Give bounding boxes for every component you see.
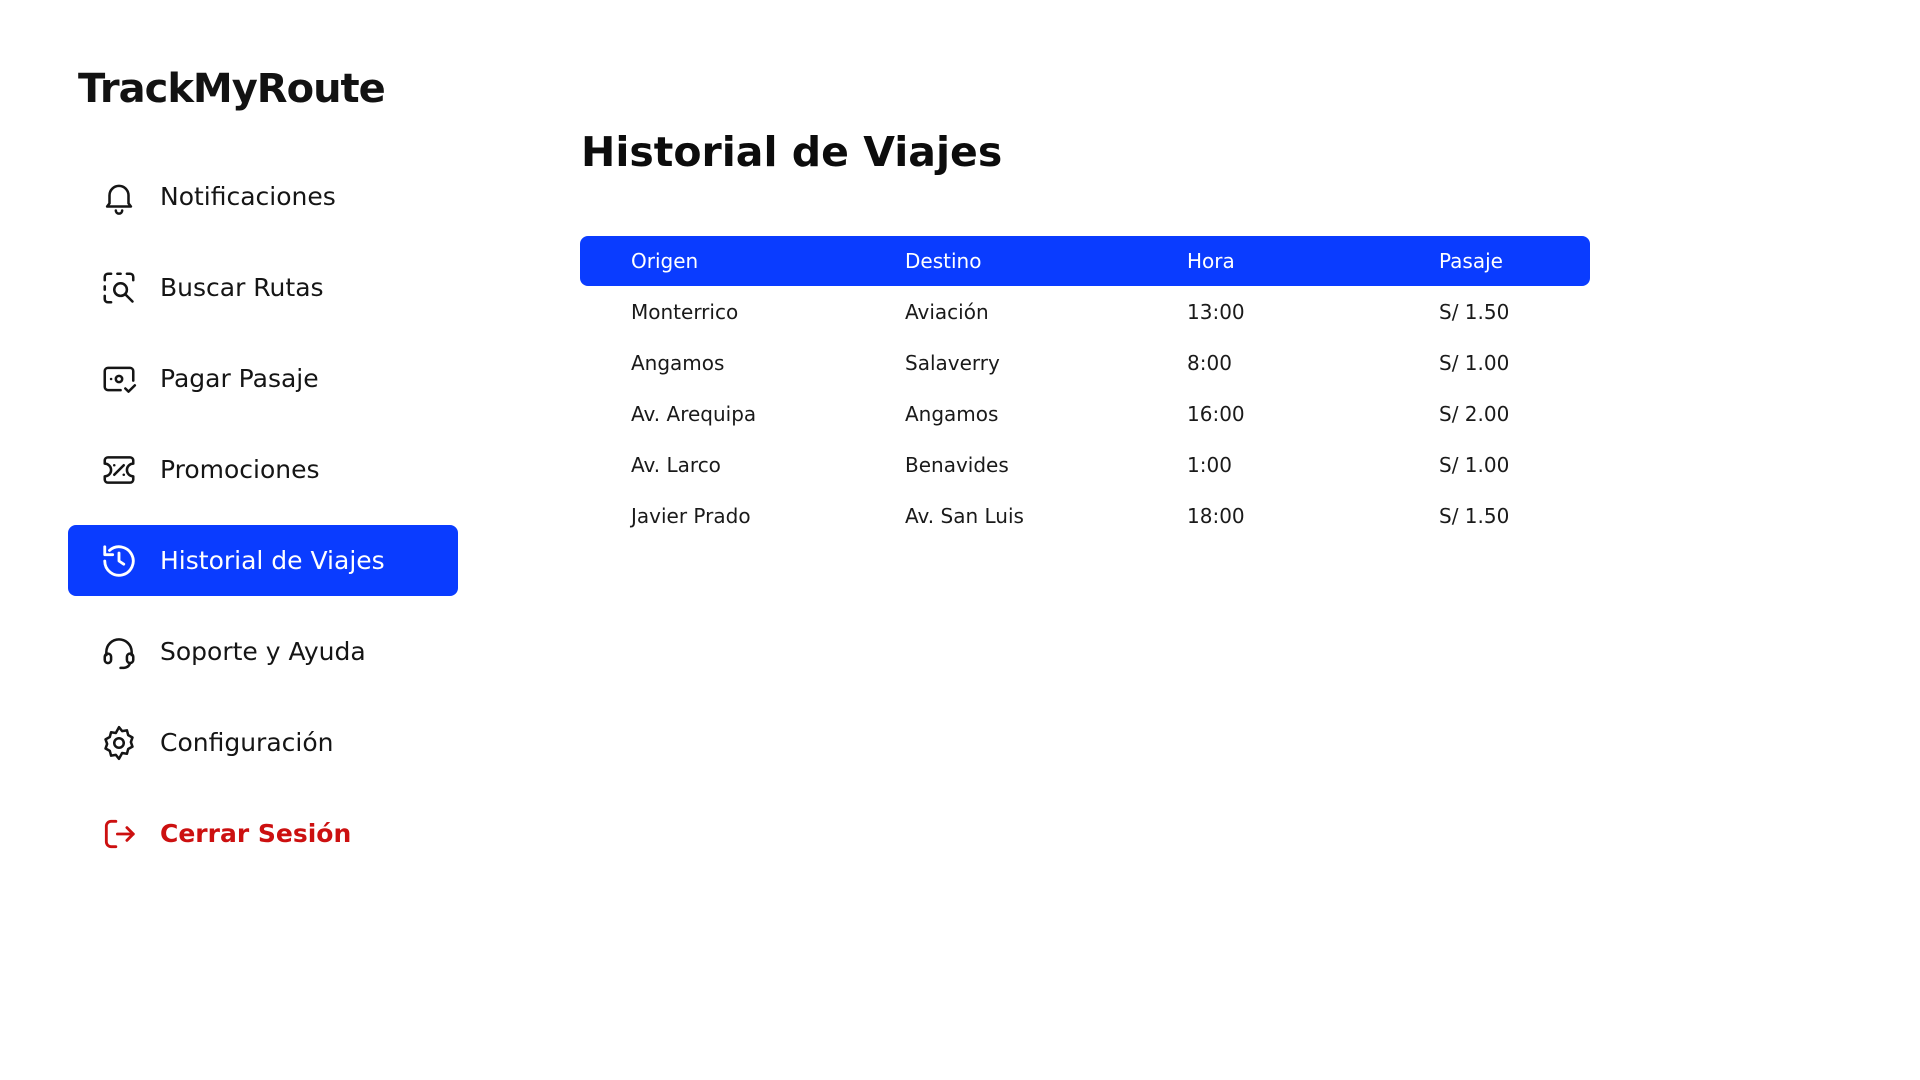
column-header-pasaje: Pasaje (1439, 249, 1503, 273)
headset-icon (99, 632, 139, 672)
table-row: Av. Larco Benavides 1:00 S/ 1.00 (580, 439, 1590, 490)
column-header-origen: Origen (631, 249, 699, 273)
cell-destino: Salaverry (905, 350, 1000, 375)
cell-pasaje: S/ 2.00 (1439, 401, 1510, 426)
table-row: Javier Prado Av. San Luis 18:00 S/ 1.50 (580, 490, 1590, 541)
logout-icon (99, 814, 139, 854)
cell-destino: Angamos (905, 401, 999, 426)
sidebar-item-label: Configuración (160, 728, 334, 757)
table-row: Av. Arequipa Angamos 16:00 S/ 2.00 (580, 388, 1590, 439)
table-header: Origen Destino Hora Pasaje (580, 236, 1590, 286)
ticket-check-icon (99, 359, 139, 399)
sidebar-item-label: Promociones (160, 455, 320, 484)
sidebar-item-historial-de-viajes[interactable]: Historial de Viajes (68, 525, 458, 596)
sidebar-item-label: Historial de Viajes (160, 546, 385, 575)
cell-hora: 13:00 (1187, 299, 1245, 324)
sidebar-item-promociones[interactable]: Promociones (68, 434, 458, 505)
sidebar-item-configuracion[interactable]: Configuración (68, 707, 458, 778)
cell-origen: Av. Larco (631, 452, 721, 477)
sidebar-item-label: Buscar Rutas (160, 273, 324, 302)
sidebar-item-label: Pagar Pasaje (160, 364, 319, 393)
table-row: Angamos Salaverry 8:00 S/ 1.00 (580, 337, 1590, 388)
cell-hora: 8:00 (1187, 350, 1232, 375)
sidebar-item-notificaciones[interactable]: Notificaciones (68, 161, 458, 232)
sidebar-item-label: Notificaciones (160, 182, 336, 211)
sidebar-item-label: Soporte y Ayuda (160, 637, 366, 666)
column-header-hora: Hora (1187, 249, 1235, 273)
sidebar-item-buscar-rutas[interactable]: Buscar Rutas (68, 252, 458, 323)
column-header-destino: Destino (905, 249, 982, 273)
sidebar-item-cerrar-sesion[interactable]: Cerrar Sesión (68, 798, 458, 869)
cell-origen: Javier Prado (631, 503, 751, 528)
discount-ticket-icon (99, 450, 139, 490)
cell-hora: 16:00 (1187, 401, 1245, 426)
app-root: TrackMyRoute Notificaciones Buscar Rutas… (0, 0, 1920, 1080)
settings-icon (99, 723, 139, 763)
cell-origen: Angamos (631, 350, 725, 375)
table-row: Monterrico Aviación 13:00 S/ 1.50 (580, 286, 1590, 337)
sidebar-item-soporte-y-ayuda[interactable]: Soporte y Ayuda (68, 616, 458, 687)
cell-hora: 18:00 (1187, 503, 1245, 528)
cell-pasaje: S/ 1.00 (1439, 452, 1510, 477)
page-title: Historial de Viajes (581, 128, 1003, 176)
sidebar-item-label: Cerrar Sesión (160, 819, 352, 848)
scan-search-icon (99, 268, 139, 308)
app-logo[interactable]: TrackMyRoute (78, 66, 386, 112)
bell-icon (99, 177, 139, 217)
cell-pasaje: S/ 1.50 (1439, 299, 1510, 324)
sidebar-nav: Notificaciones Buscar Rutas Pagar Pasaje… (68, 161, 458, 889)
cell-pasaje: S/ 1.00 (1439, 350, 1510, 375)
trip-history-table: Origen Destino Hora Pasaje Monterrico Av… (580, 236, 1590, 541)
history-icon (99, 541, 139, 581)
cell-destino: Av. San Luis (905, 503, 1024, 528)
cell-origen: Av. Arequipa (631, 401, 757, 426)
cell-destino: Benavides (905, 452, 1009, 477)
cell-hora: 1:00 (1187, 452, 1232, 477)
cell-destino: Aviación (905, 299, 989, 324)
sidebar-item-pagar-pasaje[interactable]: Pagar Pasaje (68, 343, 458, 414)
cell-pasaje: S/ 1.50 (1439, 503, 1510, 528)
cell-origen: Monterrico (631, 299, 739, 324)
